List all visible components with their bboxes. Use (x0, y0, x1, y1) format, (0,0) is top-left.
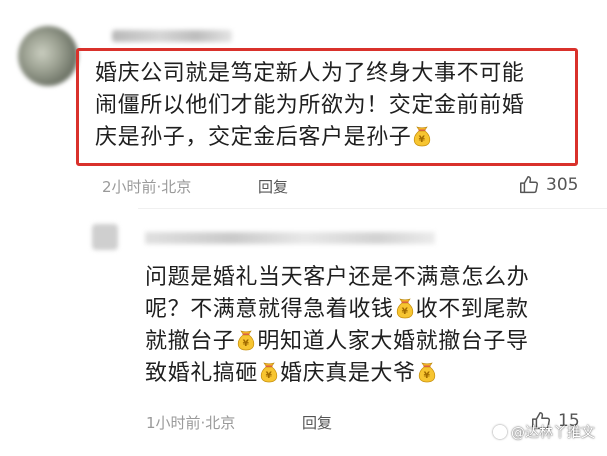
money-bag-emoji-icon: ¥ (395, 297, 415, 319)
comment-text: 问题是婚礼当天客户还是不满意怎么办 呢？不满意就得急着收钱 ¥ 收不到尾款就撤台子 ¥ 明… (145, 262, 585, 390)
comment-text-segment: 收不到尾款 (415, 297, 529, 322)
like-count: 305 (546, 175, 579, 195)
svg-text:¥: ¥ (419, 135, 426, 145)
watermark-logo-icon (493, 425, 507, 439)
money-bag-emoji-icon: ¥ (417, 361, 437, 383)
comment-line: 闹僵所以他们才能为所欲为！交定金前前婚 (95, 90, 575, 122)
comment-text-segment: 庆是孙子，交定金后客户是孙子 (95, 125, 412, 150)
comment-divider (138, 208, 607, 209)
comment-time-location: 2小时前·北京 (102, 178, 192, 196)
commenter-name-redacted (112, 30, 232, 42)
money-bag-emoji-icon: ¥ (236, 329, 256, 351)
comment-text-segment: 致婚礼搞砸 (145, 361, 259, 386)
commenter-avatar[interactable] (92, 224, 118, 250)
watermark-text: @达林丫推文 (511, 425, 595, 441)
svg-text:¥: ¥ (401, 307, 408, 317)
thumbs-up-icon (518, 174, 540, 196)
svg-text:¥: ¥ (243, 339, 250, 349)
comment-text-segment: 就撤台子 (145, 329, 236, 354)
reply-button[interactable]: 回复 (258, 176, 288, 197)
commenter-name-redacted (145, 232, 435, 244)
comment-time-location: 1小时前·北京 (146, 414, 236, 432)
comment-text-segment: 呢？不满意就得急着收钱 (145, 297, 394, 322)
comment-text-segment: 婚庆真是大爷 (280, 361, 416, 386)
money-bag-emoji-icon: ¥ (259, 361, 279, 383)
comment-line: 呢？不满意就得急着收钱 ¥ 收不到尾款 (145, 294, 585, 326)
comment-line: 致婚礼搞砸 ¥ 婚庆真是大爷 ¥ (145, 358, 585, 390)
comment-line: 就撤台子 ¥ 明知道人家大婚就撤台子导 (145, 326, 585, 358)
reply-button[interactable]: 回复 (302, 412, 332, 433)
svg-text:¥: ¥ (423, 371, 430, 381)
comment-text-segment: 婚庆公司就是笃定新人为了终身大事不可能 (95, 61, 525, 86)
comment-text-segment: 明知道人家大婚就撤台子导 (257, 329, 529, 354)
comment-text-segment: 问题是婚礼当天客户还是不满意怎么办 (145, 265, 530, 290)
comment-line: 问题是婚礼当天客户还是不满意怎么办 (145, 262, 585, 294)
comment-text-segment: 闹僵所以他们才能为所欲为！交定金前前婚 (95, 93, 525, 118)
commenter-avatar[interactable] (18, 26, 78, 86)
comment-text: 婚庆公司就是笃定新人为了终身大事不可能 闹僵所以他们才能为所欲为！交定金前前婚 庆是… (95, 58, 575, 154)
like-button[interactable]: 305 (518, 174, 578, 196)
svg-text:¥: ¥ (266, 371, 273, 381)
money-bag-emoji-icon: ¥ (412, 125, 432, 147)
comment-line: 庆是孙子，交定金后客户是孙子 ¥ (95, 122, 575, 154)
comment-line: 婚庆公司就是笃定新人为了终身大事不可能 (95, 58, 575, 90)
watermark: @达林丫推文 (493, 422, 595, 442)
